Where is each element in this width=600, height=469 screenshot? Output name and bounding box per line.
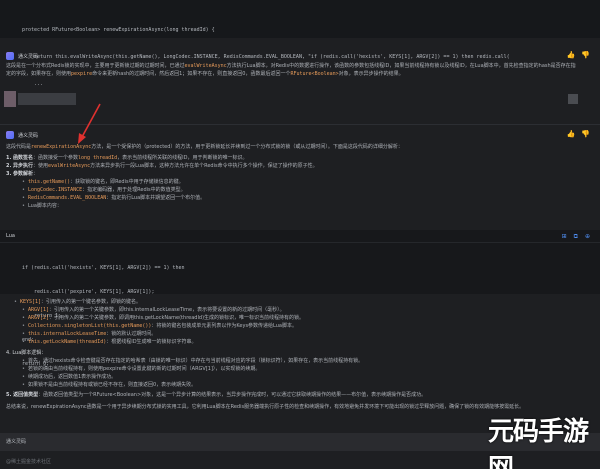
annotation-arrow (78, 103, 101, 144)
arrow-head (78, 133, 86, 144)
arrow-shaft (81, 103, 101, 138)
